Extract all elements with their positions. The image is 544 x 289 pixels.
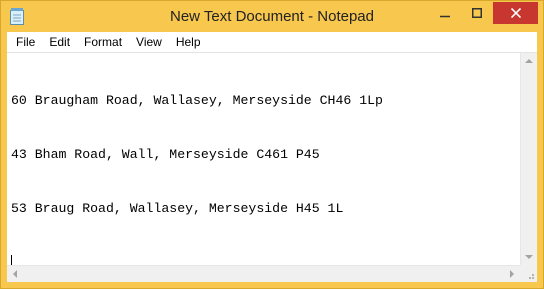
maximize-icon <box>472 8 482 18</box>
text-line: 60 Braugham Road, Wallasey, Merseyside C… <box>11 93 383 108</box>
horizontal-scrollbar[interactable] <box>7 265 520 282</box>
scroll-down-arrow-icon[interactable] <box>525 255 533 259</box>
text-caret <box>11 255 12 265</box>
maximize-button[interactable] <box>464 2 490 24</box>
text-line-caret <box>11 254 520 265</box>
menu-bar: File Edit Format View Help <box>7 32 537 52</box>
minimize-icon <box>440 15 450 18</box>
menu-edit[interactable]: Edit <box>42 32 77 52</box>
title-bar[interactable]: New Text Document - Notepad <box>1 1 543 32</box>
close-button[interactable] <box>493 2 538 24</box>
menu-help[interactable]: Help <box>169 32 208 52</box>
client-area: File Edit Format View Help 60 Braugham R… <box>7 32 537 282</box>
scroll-up-arrow-icon[interactable] <box>525 59 533 63</box>
grip-dot <box>529 277 531 279</box>
grip-dot <box>532 274 534 276</box>
editor: 60 Braugham Road, Wallasey, Merseyside C… <box>7 52 537 282</box>
menu-view[interactable]: View <box>129 32 169 52</box>
text-line: 53 Braug Road, Wallasey, Merseyside H45 … <box>11 201 344 216</box>
notepad-window: New Text Document - Notepad File Edit Fo… <box>0 0 544 289</box>
menu-format[interactable]: Format <box>77 32 129 52</box>
text-area[interactable]: 60 Braugham Road, Wallasey, Merseyside C… <box>7 53 520 265</box>
close-icon <box>510 8 521 18</box>
menu-file[interactable]: File <box>7 32 42 52</box>
scroll-left-arrow-icon[interactable] <box>13 270 17 278</box>
text-line: 43 Bham Road, Wall, Merseyside C461 P45 <box>11 147 320 162</box>
minimize-button[interactable] <box>432 2 458 24</box>
window-title: New Text Document - Notepad <box>170 8 374 25</box>
vertical-scrollbar[interactable] <box>520 53 537 265</box>
size-grip[interactable] <box>520 265 537 282</box>
scroll-right-arrow-icon[interactable] <box>510 270 514 278</box>
grip-dot <box>532 277 534 279</box>
